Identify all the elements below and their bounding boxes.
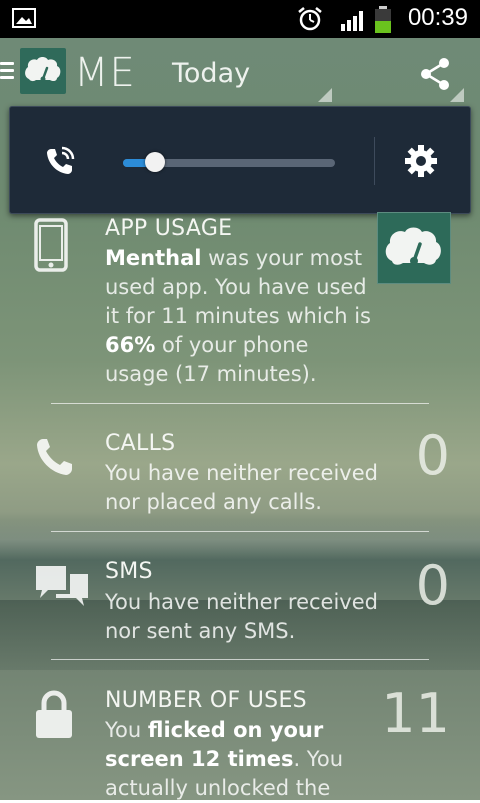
gear-icon[interactable] [403,143,439,179]
status-bar: 00:39 [0,0,480,38]
uses-count: 11 [381,682,450,745]
sms-text: You have neither received nor sent any S… [105,590,378,643]
card-separator [51,531,429,532]
uses-text: You flicked on your screen 12 times. You… [105,716,345,803]
uses-text-part: You [105,718,148,742]
menu-icon[interactable] [0,62,14,82]
calls-text: You have neither received nor placed any… [105,461,378,514]
calls-count: 0 [415,424,450,487]
popup-divider [374,137,375,185]
card-separator [51,403,429,404]
volume-slider-thumb[interactable] [144,152,165,172]
dropdown-corner-icon [318,88,332,102]
period-dropdown[interactable]: Today [172,58,250,89]
image-icon [12,8,36,28]
card-separator [51,659,429,660]
calls-heading: CALLS [105,431,176,456]
app-title: ME [74,50,136,96]
phone-icon [37,439,72,475]
battery-icon [375,6,391,33]
share-icon[interactable] [418,56,452,92]
lock-icon [36,690,72,738]
volume-slider[interactable] [123,152,335,172]
smartphone-icon [34,218,68,272]
chat-bubbles-icon [36,566,88,606]
usage-percent: 66% [105,333,156,357]
alarm-icon [298,7,322,31]
uses-heading: NUMBER OF USES [105,688,307,713]
app-usage-text: Menthal was your most used app. You have… [105,244,373,389]
sms-count: 0 [415,554,450,617]
most-used-app-icon [377,212,451,284]
phone-ring-icon[interactable] [42,143,78,179]
share-corner-icon [450,88,464,102]
sms-heading: SMS [105,559,153,584]
most-used-app-name: Menthal [105,246,202,270]
signal-icon [341,11,363,31]
volume-popup [9,106,471,214]
app-usage-heading: APP USAGE [105,216,233,241]
app-logo-icon[interactable] [20,48,66,94]
clock-time: 00:39 [407,4,468,31]
